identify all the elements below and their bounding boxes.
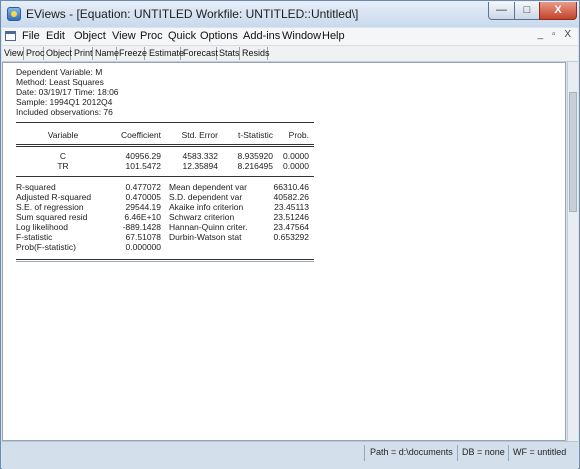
header-rule-1 <box>16 144 314 145</box>
stat-value: 23.45113 <box>274 202 309 212</box>
vertical-scrollbar[interactable] <box>567 62 578 441</box>
status-bar: Path = d:\documents DB = none WF = untit… <box>2 441 578 469</box>
row-tr-coefficient: 101.5472 <box>125 161 161 171</box>
toolbar-resids-button[interactable]: Resids <box>240 47 270 60</box>
stat-label: Durbin-Watson stat <box>169 232 242 242</box>
stat-label: Log likelihood <box>16 222 68 232</box>
dependent-variable-line: Dependent Variable: M <box>16 67 103 77</box>
stat-label: Mean dependent var <box>169 182 247 192</box>
status-separator <box>364 445 365 461</box>
stat-value: 29544.19 <box>125 202 161 212</box>
equation-output[interactable]: Dependent Variable: M Method: Least Squa… <box>2 62 566 441</box>
stat-value: 23.51246 <box>273 212 309 222</box>
maximize-button[interactable]: □ <box>514 2 540 20</box>
stat-value: 67.51078 <box>125 232 161 242</box>
status-separator <box>457 445 458 461</box>
stat-label: Adjusted R-squared <box>16 192 92 202</box>
col-header-std-error: Std. Error <box>181 130 218 140</box>
minimize-button[interactable]: — <box>488 2 515 20</box>
date-line: Date: 03/19/17 Time: 18:06 <box>16 87 119 97</box>
stat-value: 6.46E+10 <box>124 212 161 222</box>
stat-value: 0.477072 <box>125 182 161 192</box>
method-line: Method: Least Squares <box>16 77 104 87</box>
menu-window[interactable]: Window <box>282 29 321 44</box>
menu-edit[interactable]: Edit <box>46 29 65 44</box>
stats-top-rule <box>16 176 314 177</box>
toolbar-print-button[interactable]: Print <box>72 47 93 60</box>
menu-options[interactable]: Options <box>200 29 238 44</box>
col-header-coefficient: Coefficient <box>120 130 161 140</box>
status-path: Path = d:\documents <box>370 447 453 457</box>
col-header-variable: Variable <box>47 130 79 140</box>
stat-value: 23.47564 <box>273 222 309 232</box>
document-window-controls[interactable]: _ ▫ X <box>538 29 574 40</box>
row-tr-variable: TR <box>57 161 69 171</box>
close-button[interactable]: X <box>539 2 577 20</box>
stat-value: 0.653292 <box>273 232 309 242</box>
toolbar-forecast-button[interactable]: Forecast <box>181 47 218 60</box>
row-c-std-error: 4583.332 <box>182 151 218 161</box>
stat-value: 0.470005 <box>125 192 161 202</box>
row-c-variable: C <box>59 151 67 161</box>
equation-toolbar: View Proc Object Print Name Freeze Estim… <box>2 46 578 62</box>
stat-value: -889.1428 <box>122 222 161 232</box>
menu-object[interactable]: Object <box>74 29 106 44</box>
title-bar[interactable]: EViews - [Equation: UNTITLED Workfile: U… <box>1 1 579 27</box>
menu-view[interactable]: View <box>112 29 136 44</box>
stat-value: 40582.26 <box>273 192 309 202</box>
col-header-prob: Prob. <box>288 130 309 140</box>
stat-label: Prob(F-statistic) <box>16 242 76 252</box>
col-header-t-statistic: t-Statistic <box>238 130 273 140</box>
toolbar-name-button[interactable]: Name <box>93 47 119 60</box>
menu-proc[interactable]: Proc <box>140 29 163 44</box>
sample-line: Sample: 1994Q1 2012Q4 <box>16 97 113 107</box>
stat-label: S.E. of regression <box>16 202 84 212</box>
scrollbar-thumb[interactable] <box>569 92 577 212</box>
status-db: DB = none <box>462 447 505 457</box>
stat-value: 66310.46 <box>273 182 309 192</box>
stat-label: Sum squared resid <box>16 212 88 222</box>
stat-label: S.D. dependent var <box>169 192 243 202</box>
eviews-app-icon[interactable] <box>7 7 21 21</box>
row-tr-t-statistic: 8.216495 <box>237 161 273 171</box>
toolbar-stats-button[interactable]: Stats <box>217 47 240 60</box>
menu-quick[interactable]: Quick <box>168 29 196 44</box>
row-c-prob: 0.0000 <box>283 151 309 161</box>
toolbar-object-button[interactable]: Object <box>44 47 72 60</box>
document-window-icon[interactable] <box>5 31 16 41</box>
stat-label: Hannan-Quinn criter. <box>169 222 248 232</box>
row-tr-std-error: 12.35894 <box>182 161 218 171</box>
stat-label: Akaike info criterion <box>169 202 244 212</box>
status-separator <box>508 445 509 461</box>
header-rule-2 <box>16 146 314 147</box>
menu-help[interactable]: Help <box>322 29 345 44</box>
menu-add-ins[interactable]: Add-ins <box>243 29 280 44</box>
eviews-window: EViews - [Equation: UNTITLED Workfile: U… <box>0 0 580 469</box>
toolbar-freeze-button[interactable]: Freeze <box>117 47 147 60</box>
stats-bottom-rule-2 <box>16 261 314 262</box>
stat-label: Schwarz criterion <box>169 212 235 222</box>
toolbar-estimate-button[interactable]: Estimate <box>147 47 184 60</box>
stats-bottom-rule-1 <box>16 259 314 260</box>
observations-line: Included observations: 76 <box>16 107 113 117</box>
row-tr-prob: 0.0000 <box>283 161 309 171</box>
stat-label: F-statistic <box>16 232 53 242</box>
toolbar-view-button[interactable]: View <box>2 47 24 60</box>
menu-file[interactable]: File <box>22 29 40 44</box>
row-c-t-statistic: 8.935920 <box>237 151 273 161</box>
toolbar-proc-button[interactable]: Proc <box>24 47 45 60</box>
status-workfile: WF = untitled <box>513 447 567 457</box>
menu-bar: File Edit Object View Proc Quick Options… <box>2 28 578 46</box>
stat-value: 0.000000 <box>125 242 161 252</box>
stat-label: R-squared <box>16 182 56 192</box>
row-c-coefficient: 40956.29 <box>125 151 161 161</box>
table-top-rule <box>16 122 314 123</box>
window-title: EViews - [Equation: UNTITLED Workfile: U… <box>26 7 359 21</box>
